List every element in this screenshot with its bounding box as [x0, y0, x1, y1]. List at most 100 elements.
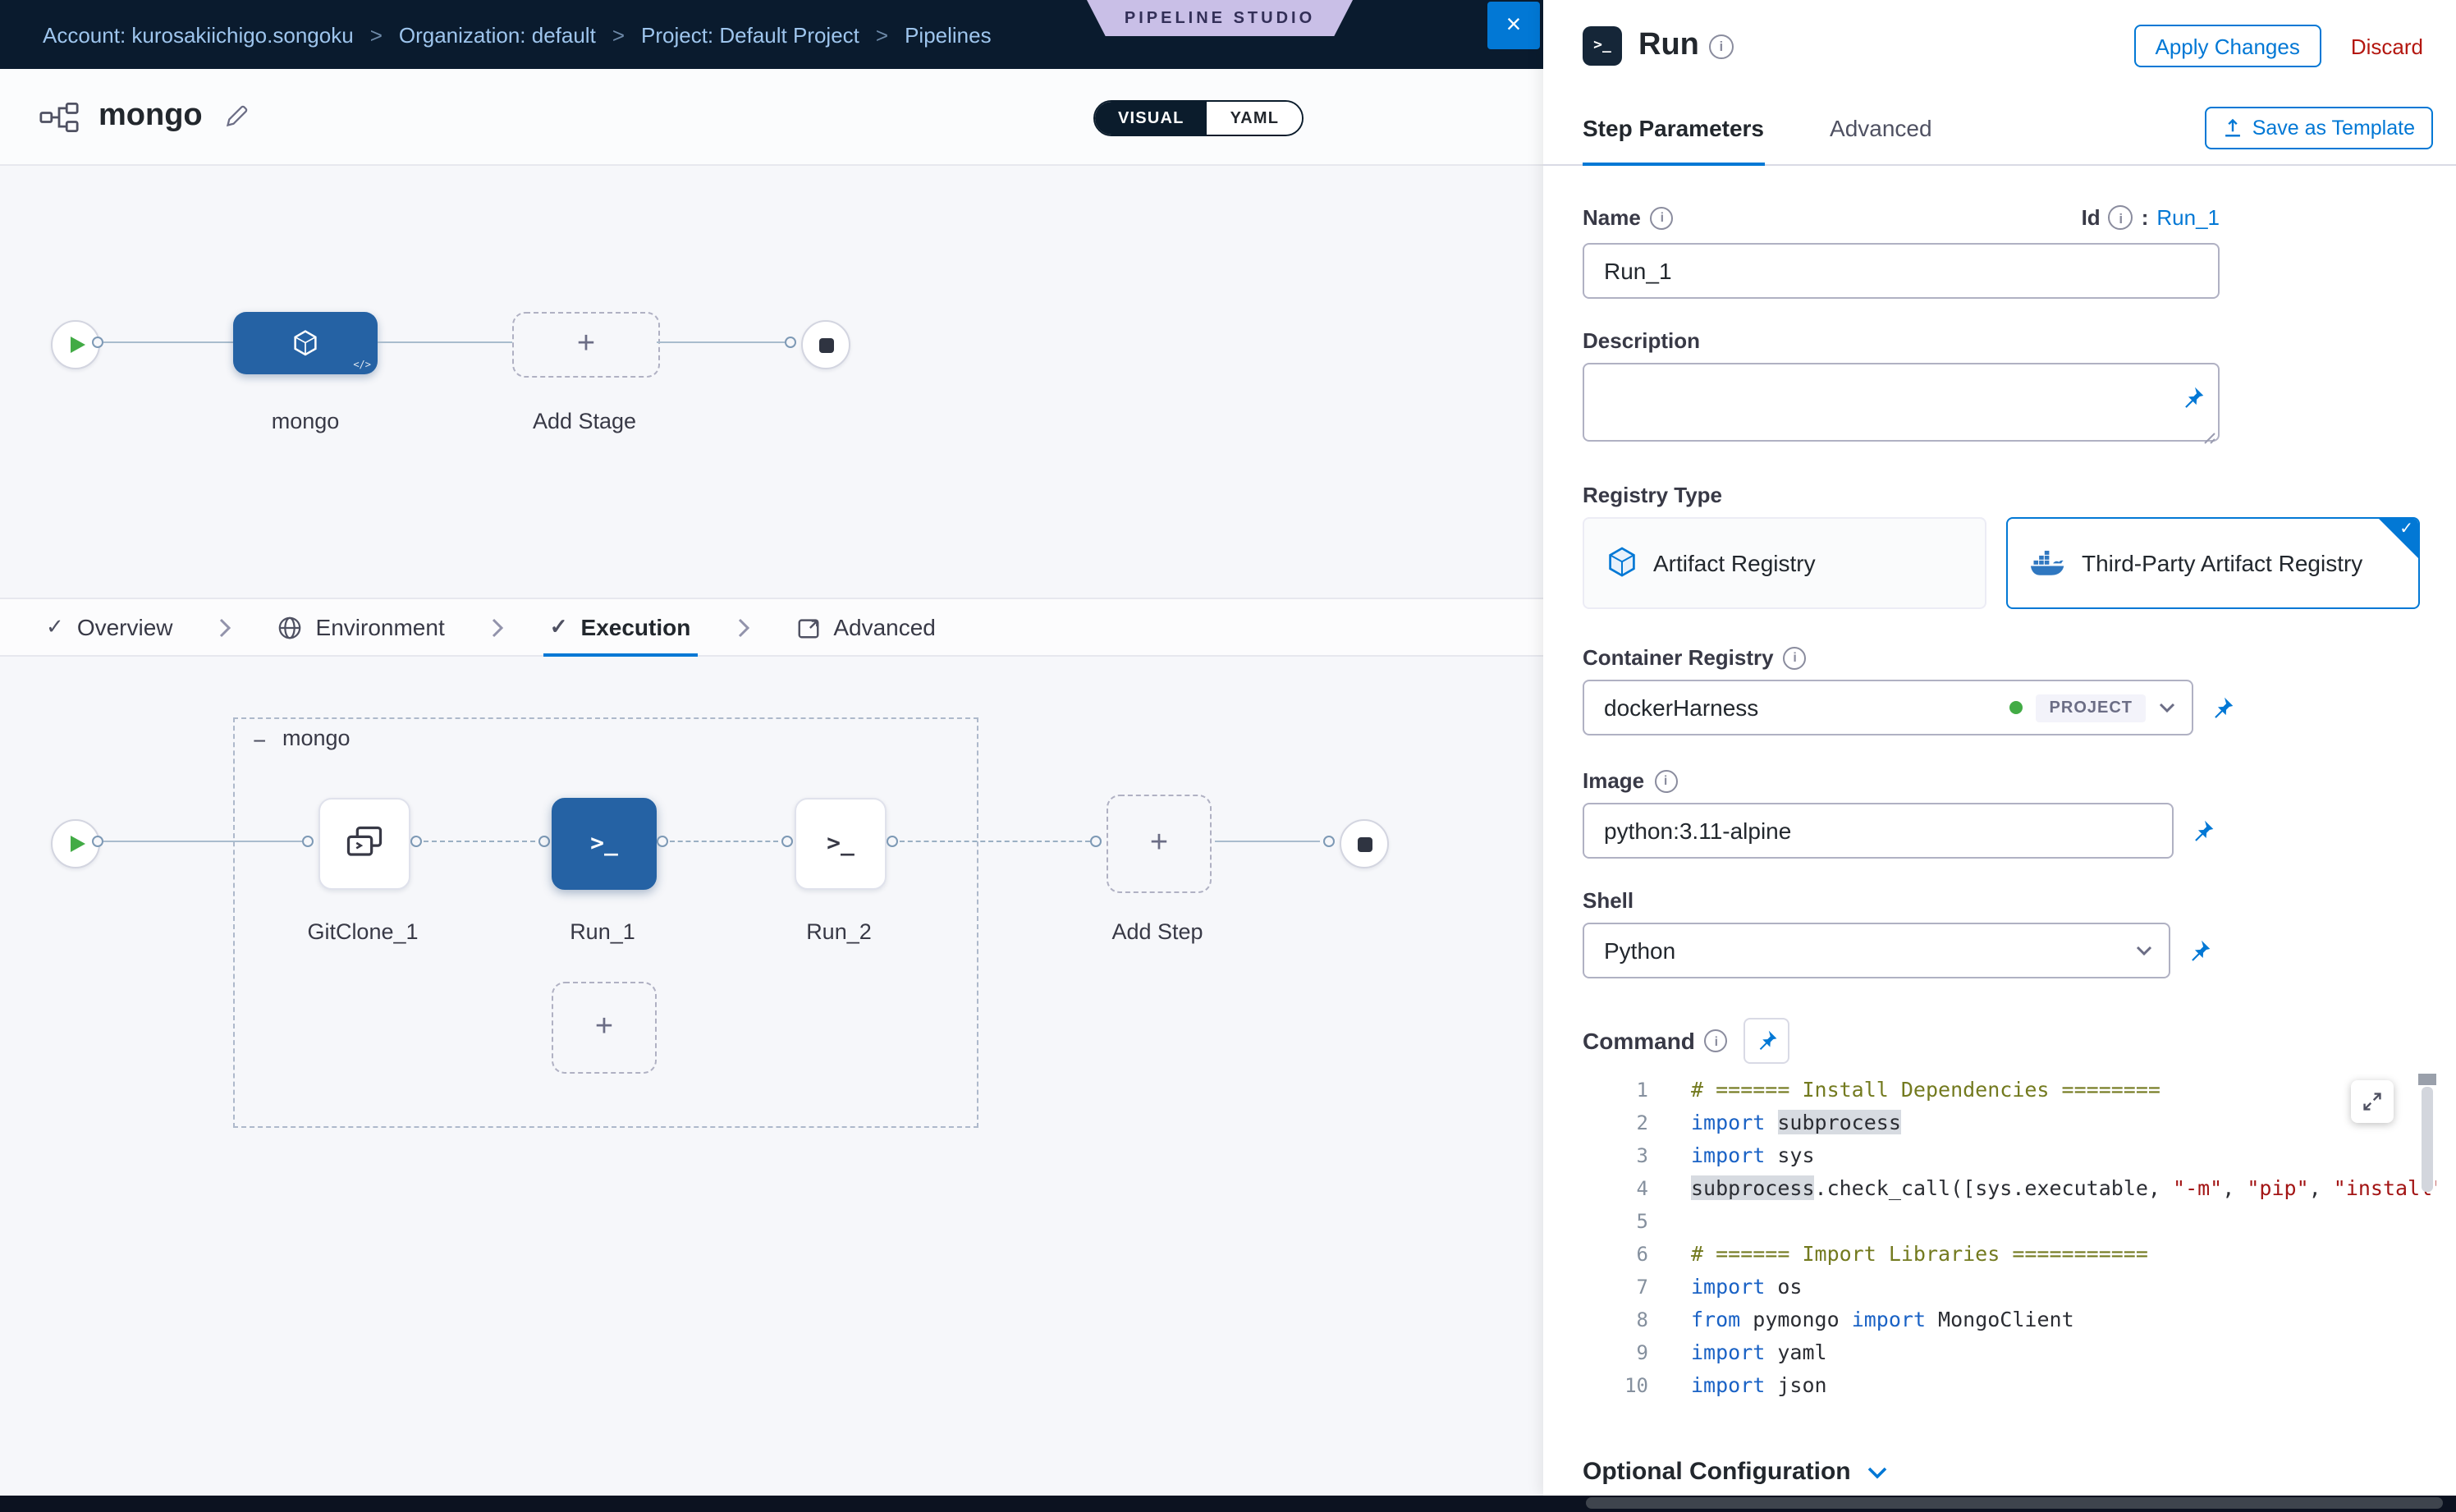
scope-badge: PROJECT — [2037, 694, 2146, 722]
view-mode-toggle: VISUAL YAML — [1093, 100, 1304, 136]
code-line: 9import yaml — [1583, 1336, 2436, 1369]
editor-scroll-thumb[interactable] — [2422, 1087, 2433, 1192]
code-line: 2import subprocess — [1583, 1107, 2436, 1139]
shell-select[interactable]: Python — [1583, 923, 2170, 978]
connector-dot — [92, 337, 103, 348]
chevron-right-icon: > — [370, 22, 383, 47]
expand-editor-button[interactable] — [2351, 1080, 2394, 1123]
tab-execution-label: Execution — [581, 614, 691, 640]
connector-dot — [785, 337, 796, 348]
play-icon — [71, 337, 85, 353]
pin-runtime-input-icon[interactable] — [2190, 818, 2215, 843]
optional-configuration-toggle[interactable]: Optional Configuration — [1583, 1458, 2456, 1486]
editor-scrollbar[interactable] — [2418, 1074, 2436, 1415]
connector-line — [1215, 841, 1320, 842]
container-registry-select[interactable]: dockerHarness PROJECT — [1583, 680, 2193, 735]
git-clone-icon — [343, 822, 386, 865]
registry-type-third-party-label: Third-Party Artifact Registry — [2082, 550, 2362, 576]
info-icon[interactable]: i — [1709, 34, 1734, 58]
tab-execution[interactable]: ✓ Execution — [543, 599, 698, 655]
info-icon[interactable]: i — [1651, 206, 1674, 229]
horizontal-scrollbar-thumb[interactable] — [1586, 1497, 2443, 1509]
yaml-toggle[interactable]: YAML — [1207, 102, 1303, 135]
description-input[interactable] — [1583, 363, 2220, 442]
tab-environment[interactable]: Environment — [272, 599, 451, 655]
info-icon[interactable]: i — [2109, 205, 2133, 230]
connector-line — [103, 841, 302, 842]
image-input[interactable] — [1583, 803, 2174, 859]
stage-label: mongo — [233, 409, 378, 433]
info-icon[interactable]: i — [1654, 769, 1677, 792]
step-label: Run_2 — [765, 919, 913, 944]
pipeline-icon — [39, 101, 79, 132]
add-parallel-step-button[interactable]: + — [552, 982, 657, 1074]
chevron-right-icon: > — [876, 22, 888, 47]
edit-pipeline-name-icon[interactable] — [226, 105, 249, 128]
info-icon[interactable]: i — [1784, 646, 1807, 669]
tab-step-advanced[interactable]: Advanced — [1830, 92, 1932, 164]
pin-runtime-input-icon[interactable] — [2210, 695, 2234, 720]
connector-status-dot — [2010, 701, 2023, 714]
close-panel-button[interactable]: × — [1487, 2, 1540, 49]
breadcrumb-pipelines[interactable]: Pipelines — [905, 22, 992, 47]
step-parameters-form: Name i Id i : Run_1 Description — [1543, 166, 2456, 1496]
chevron-right-icon: > — [612, 22, 625, 47]
breadcrumb-project[interactable]: Project: Default Project — [641, 22, 859, 47]
tab-advanced[interactable]: Advanced — [789, 599, 942, 655]
info-icon[interactable]: i — [1705, 1029, 1728, 1052]
command-label: Command — [1583, 1028, 1695, 1054]
connector-dot — [887, 836, 898, 847]
discard-button[interactable]: Discard — [2341, 32, 2433, 60]
terminal-icon: >_ — [590, 831, 618, 857]
pipeline-header: mongo VISUAL YAML — [0, 69, 1543, 166]
plus-icon: + — [1150, 826, 1168, 862]
name-input[interactable] — [1583, 243, 2220, 299]
resize-grip-icon[interactable] — [2203, 432, 2216, 445]
connector-line — [378, 341, 512, 343]
plus-icon: + — [595, 1010, 613, 1046]
tab-step-parameters[interactable]: Step Parameters — [1583, 92, 1764, 164]
breadcrumb-account[interactable]: Account: kurosakiichigo.songoku — [43, 22, 354, 47]
add-stage-button[interactable]: + — [512, 312, 660, 378]
tab-advanced-label: Advanced — [833, 614, 936, 640]
command-code-editor[interactable]: 1# ====== Install Dependencies ========2… — [1583, 1074, 2436, 1415]
pipeline-editor-region: Account: kurosakiichigo.songoku > Organi… — [0, 0, 1543, 1496]
id-separator: : — [2142, 205, 2149, 230]
save-as-template-button[interactable]: Save as Template — [2205, 107, 2433, 149]
tab-environment-label: Environment — [316, 614, 445, 640]
pin-runtime-input-button[interactable] — [1744, 1018, 1790, 1064]
registry-type-artifact-card[interactable]: Artifact Registry — [1583, 517, 1986, 609]
pin-runtime-input-icon[interactable] — [2187, 938, 2211, 963]
connector-dot — [410, 836, 422, 847]
add-step-button[interactable]: + — [1107, 795, 1212, 893]
step-node-run-1[interactable]: >_ — [552, 798, 657, 890]
registry-type-artifact-label: Artifact Registry — [1653, 550, 1816, 576]
collapse-group-icon[interactable]: − — [253, 729, 266, 752]
id-value[interactable]: Run_1 — [2156, 205, 2220, 230]
step-node-run-2[interactable]: >_ — [795, 798, 887, 890]
check-icon: ✓ — [46, 614, 64, 640]
save-template-icon — [2223, 118, 2243, 138]
save-as-template-label: Save as Template — [2252, 117, 2415, 140]
terminal-icon: >_ — [827, 831, 855, 857]
chevron-right-icon — [219, 616, 232, 638]
step-node-gitclone-1[interactable] — [318, 798, 410, 890]
execution-graph-canvas: − mongo GitClone_1 >_ Run_1 — [0, 657, 1543, 1501]
pipeline-name: mongo — [99, 99, 203, 135]
visual-toggle[interactable]: VISUAL — [1095, 102, 1207, 135]
chevron-down-icon — [2136, 946, 2152, 955]
apply-changes-button[interactable]: Apply Changes — [2134, 25, 2321, 67]
step-config-header: >_ Run i Apply Changes Discard — [1543, 0, 2456, 92]
registry-type-third-party-card[interactable]: Third-Party Artifact Registry ✓ — [2006, 517, 2420, 609]
shell-label: Shell — [1583, 888, 1634, 913]
chevron-right-icon — [736, 616, 749, 638]
tab-overview[interactable]: ✓ Overview — [39, 599, 180, 655]
stage-node-mongo[interactable]: </> — [233, 312, 378, 374]
pin-runtime-input-icon[interactable] — [2180, 386, 2205, 410]
advanced-icon — [795, 615, 820, 639]
code-line: 8from pymongo import MongoClient — [1583, 1304, 2436, 1336]
registry-type-label: Registry Type — [1583, 483, 1722, 507]
breadcrumb-organization[interactable]: Organization: default — [399, 22, 596, 47]
top-navigation-bar: Account: kurosakiichigo.songoku > Organi… — [0, 0, 1543, 69]
execution-end-node — [1340, 819, 1389, 868]
